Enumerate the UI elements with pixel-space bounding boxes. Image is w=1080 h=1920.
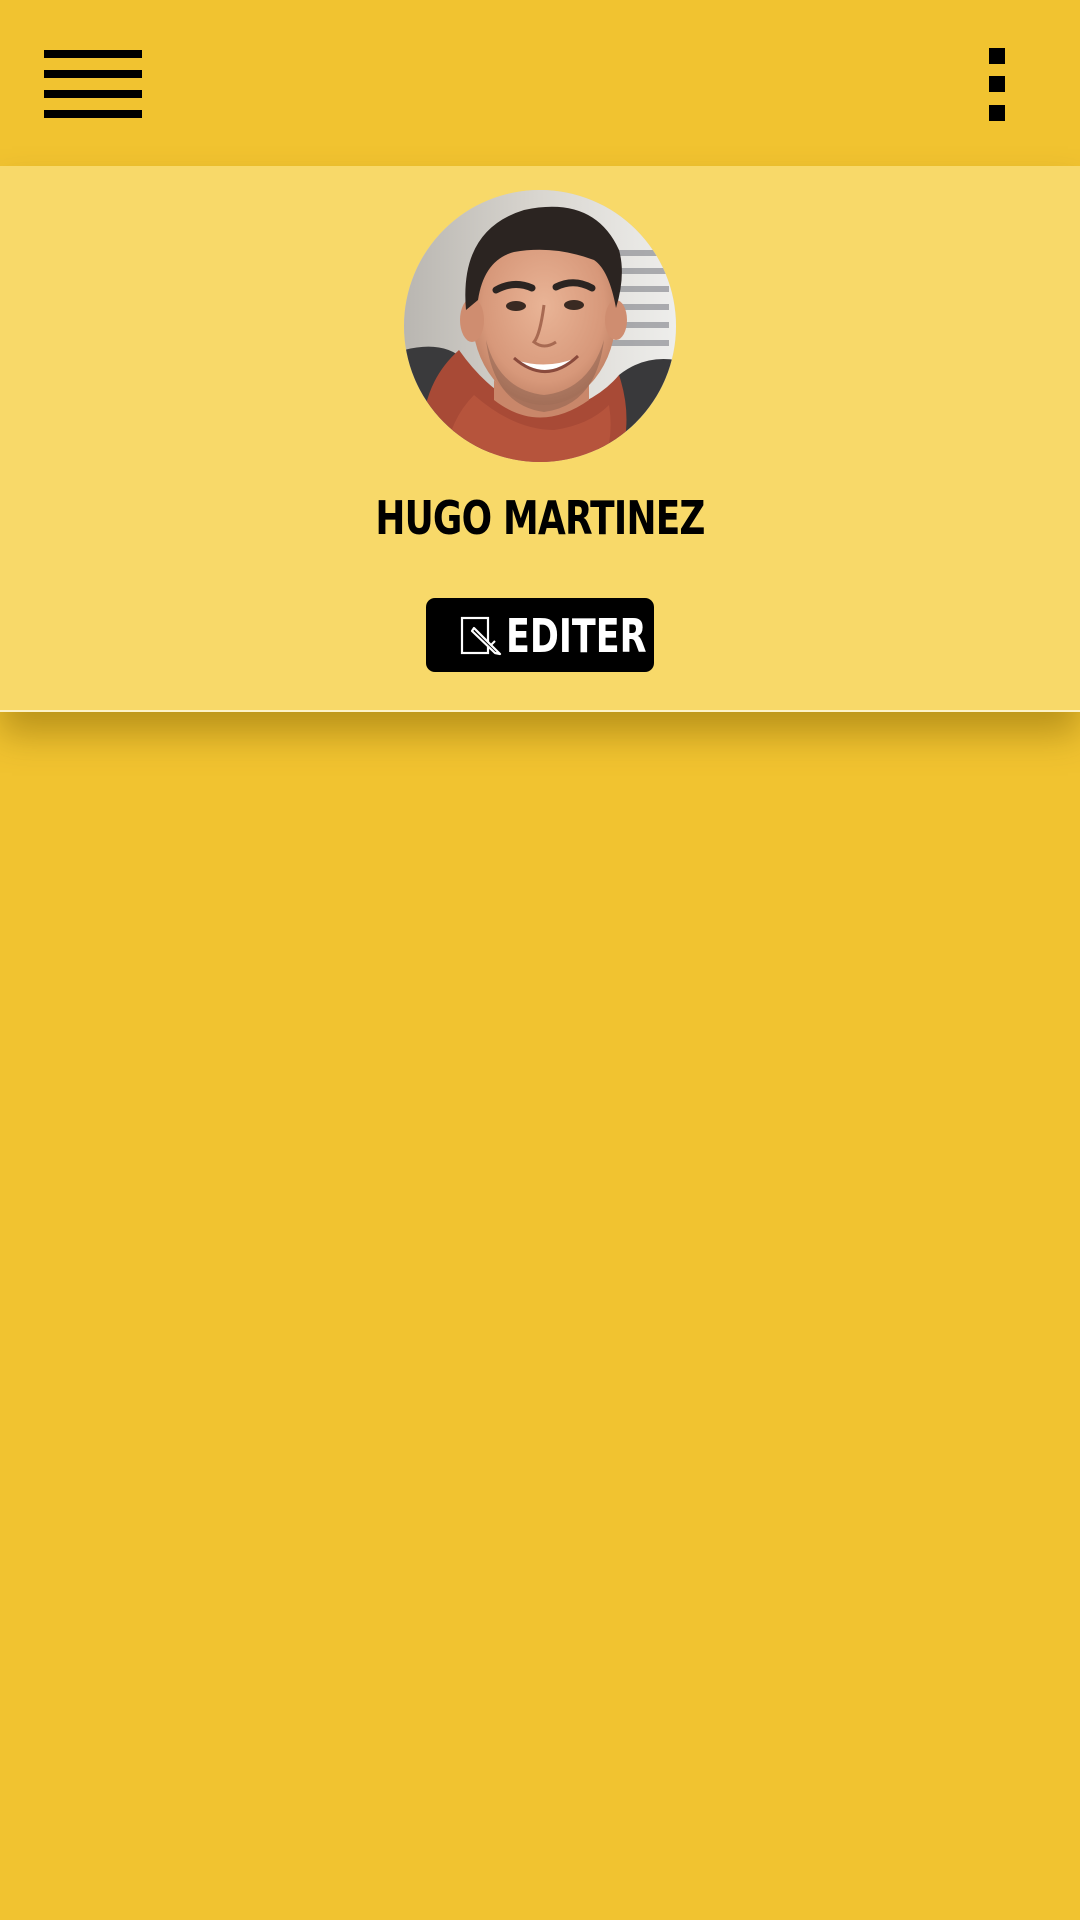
menu-button[interactable] — [44, 50, 142, 120]
more-options-button[interactable] — [984, 46, 1012, 124]
profile-header: HUGO MARTINEZ EDITER — [0, 166, 1080, 712]
edit-document-icon — [460, 616, 502, 656]
user-name: HUGO MARTINEZ — [375, 491, 705, 545]
profile-screen: HUGO MARTINEZ EDITER — [0, 0, 1080, 1920]
edit-button-label: EDITER — [506, 609, 647, 663]
edit-profile-button[interactable]: EDITER — [426, 598, 654, 672]
profile-photo — [404, 190, 676, 462]
top-app-bar — [0, 0, 1080, 166]
avatar[interactable] — [404, 190, 676, 462]
